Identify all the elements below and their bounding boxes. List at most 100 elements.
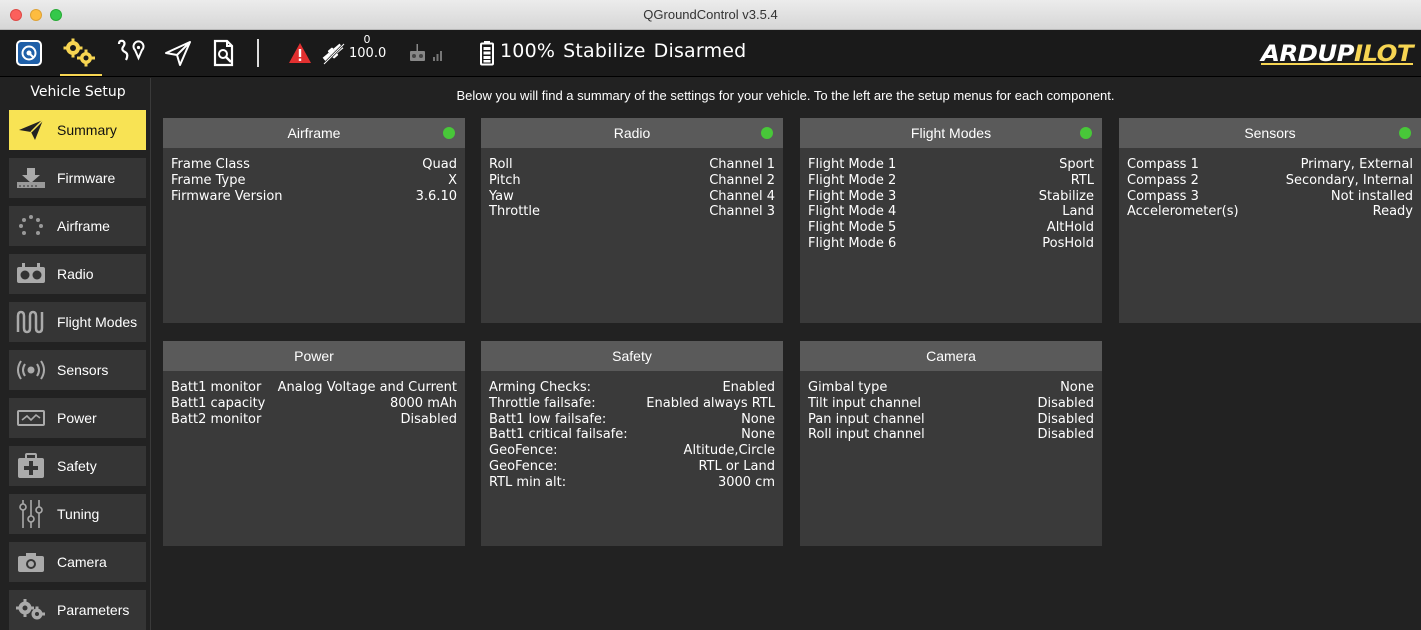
download-icon [9, 167, 53, 189]
row-label: Tilt input channel [808, 395, 922, 411]
camera-icon [9, 551, 53, 573]
sidebar-item-tuning[interactable]: Tuning [9, 494, 146, 534]
summary-row: Flight Mode 6 PosHold [808, 236, 1094, 252]
status-ok-indicator [761, 127, 773, 139]
sidebar-item-radio[interactable]: Radio [9, 254, 146, 294]
row-label: Roll [489, 157, 513, 172]
card-header[interactable]: Camera [800, 341, 1102, 371]
sidebar-item-label: Sensors [57, 362, 109, 378]
row-value: AltHold [1046, 220, 1094, 236]
plan-view-button[interactable] [110, 35, 150, 71]
row-value: 3000 cm [717, 474, 775, 490]
sidebar-item-camera[interactable]: Camera [9, 542, 146, 582]
card-title: Radio [613, 125, 651, 141]
radio-transmitter-icon [9, 263, 53, 285]
summary-row: Batt1 low failsafe: None [489, 412, 775, 428]
row-label: Roll input channel [808, 427, 925, 443]
app-window: QGroundControl v3.5.4 0 100.0 100% Stabi… [0, 0, 1421, 630]
sensors-summary-card: Sensors Compass 1 Primary, External Compa… [1119, 118, 1421, 323]
card-title: Power [294, 348, 334, 364]
main-toolbar: 0 100.0 100% Stabilize Disarmed ARDUPILO… [0, 30, 1421, 77]
paper-plane-icon [9, 118, 53, 142]
sidebar-item-sensors[interactable]: Sensors [9, 350, 146, 390]
fly-view-button[interactable] [158, 35, 198, 71]
sidebar-item-safety[interactable]: Safety [9, 446, 146, 486]
sidebar-item-label: Parameters [57, 602, 130, 618]
flight-mode-selector[interactable]: Stabilize [563, 40, 646, 62]
toolbar-separator [257, 39, 259, 67]
sidebar-item-label: Radio [57, 266, 94, 282]
power-summary-card: Power Batt1 monitor Analog Voltage and Cu… [163, 341, 465, 546]
summary-row: Gimbal type None [808, 380, 1094, 396]
paper-plane-icon [165, 41, 191, 66]
card-header[interactable]: Safety [481, 341, 783, 371]
safety-summary-card: Safety Arming Checks: Enabled Throttle fa… [481, 341, 783, 546]
card-header[interactable]: Sensors [1119, 118, 1421, 148]
card-title: Airframe [287, 125, 341, 141]
summary-row: Flight Mode 1 Sport [808, 157, 1094, 173]
summary-row: Compass 2 Secondary, Internal [1127, 173, 1413, 189]
row-value: Channel 3 [709, 204, 775, 220]
sidebar-item-label: Tuning [57, 506, 100, 522]
summary-row: Compass 1 Primary, External [1127, 157, 1413, 173]
sidebar-item-power[interactable]: Power [9, 398, 146, 438]
summary-row: RTL min alt: 3000 cm [489, 475, 775, 491]
sidebar-item-label: Power [57, 410, 97, 426]
sidebar-item-summary[interactable]: Summary [9, 110, 146, 150]
active-view-indicator [60, 74, 102, 76]
qgc-menu-button[interactable] [12, 35, 46, 71]
analyze-view-button[interactable] [204, 35, 244, 71]
card-header[interactable]: Power [163, 341, 465, 371]
messages-warning-button[interactable] [285, 35, 315, 71]
sidebar-item-flight-modes[interactable]: Flight Modes [9, 302, 146, 342]
sidebar-item-airframe[interactable]: Airframe [9, 206, 146, 246]
row-label: Gimbal type [808, 380, 888, 395]
sidebar-item-firmware[interactable]: Firmware [9, 158, 146, 198]
rc-rssi-button[interactable] [406, 35, 452, 71]
card-title: Flight Modes [910, 125, 992, 141]
card-body: Batt1 monitor Analog Voltage and Current … [163, 371, 465, 427]
ardupilot-logo: ARDUPILOT [1259, 38, 1417, 68]
sidebar-item-label: Airframe [57, 218, 110, 234]
document-search-icon [213, 39, 234, 67]
airframe-dots-icon [9, 214, 53, 238]
card-body: Compass 1 Primary, External Compass 2 Seco… [1119, 148, 1421, 220]
card-header[interactable]: Flight Modes [800, 118, 1102, 148]
window-title: QGroundControl v3.5.4 [643, 7, 778, 22]
row-value: Disabled [400, 411, 457, 427]
row-value: Secondary, Internal [1285, 172, 1413, 188]
summary-row: Frame Type X [171, 173, 457, 189]
row-label: Batt2 monitor [171, 411, 262, 427]
summary-row: Flight Mode 3 Stabilize [808, 189, 1094, 205]
row-value: Enabled always RTL [646, 395, 775, 411]
summary-row: Throttle failsafe: Enabled always RTL [489, 396, 775, 412]
row-value: Channel 4 [709, 188, 775, 204]
battery-icon [480, 41, 494, 66]
summary-row: Batt2 monitor Disabled [171, 412, 457, 428]
sidebar-header: Vehicle Setup [30, 84, 126, 100]
summary-row: Accelerometer(s) Ready [1127, 204, 1413, 220]
card-header[interactable]: Airframe [163, 118, 465, 148]
summary-row: Throttle Channel 3 [489, 204, 775, 220]
sidebar-item-parameters[interactable]: Parameters [9, 590, 146, 630]
gps-status-button[interactable] [318, 35, 348, 71]
row-value: Not installed [1330, 188, 1413, 204]
setup-sidebar: Vehicle Setup Summary Firmware Airframe … [0, 78, 150, 630]
first-aid-icon [9, 453, 53, 479]
radio-summary-card: Radio Roll Channel 1 Pitch Channel 2 Yaw Ch… [481, 118, 783, 323]
sidebar-item-label: Safety [57, 458, 97, 474]
summary-row: Roll input channel Disabled [808, 427, 1094, 443]
card-header[interactable]: Radio [481, 118, 783, 148]
row-value: Analog Voltage and Current [277, 380, 457, 395]
row-value: Disabled [1037, 427, 1094, 443]
summary-row: Batt1 monitor Analog Voltage and Current [171, 380, 457, 396]
sliders-icon [9, 499, 53, 529]
arm-state[interactable]: Disarmed [654, 40, 747, 62]
summary-row: Roll Channel 1 [489, 157, 775, 173]
vehicle-setup-button[interactable] [58, 35, 102, 71]
row-value: X [448, 172, 457, 188]
battery-status-button[interactable] [475, 35, 499, 71]
row-value: None [1060, 380, 1094, 395]
row-label: Arming Checks: [489, 380, 592, 395]
row-value: Land [1062, 204, 1094, 220]
